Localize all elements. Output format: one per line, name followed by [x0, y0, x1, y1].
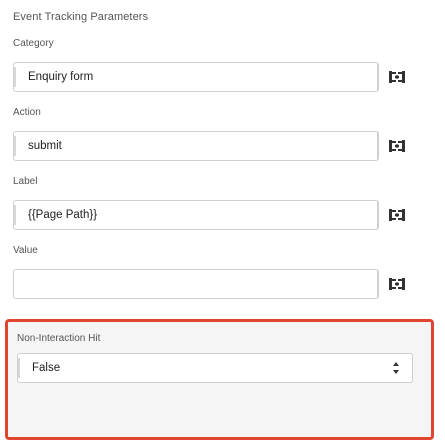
- action-label: Action: [13, 107, 41, 118]
- label-value: {{Page Path}}: [28, 209, 98, 221]
- input-separator: [377, 132, 378, 160]
- input-separator: [377, 63, 378, 91]
- label-row: {{Page Path}}: [13, 200, 423, 230]
- category-row: Enquiry form: [13, 62, 423, 92]
- category-variable-button[interactable]: [383, 65, 411, 89]
- action-row: submit: [13, 131, 423, 161]
- category-label: Category: [13, 38, 54, 49]
- input-separator: [377, 270, 378, 298]
- variable-picker-icon: [389, 278, 405, 290]
- variable-picker-icon: [389, 140, 405, 152]
- action-variable-button[interactable]: [383, 134, 411, 158]
- input-accent-bar: [14, 136, 16, 156]
- variable-picker-icon: [389, 209, 405, 221]
- category-value: Enquiry form: [28, 71, 94, 83]
- input-separator: [377, 201, 378, 229]
- input-accent-bar: [14, 205, 16, 225]
- value-label: Value: [13, 245, 38, 256]
- value-variable-button[interactable]: [383, 272, 411, 296]
- variable-picker-icon: [389, 71, 405, 83]
- non-interaction-label: Non-Interaction Hit: [17, 333, 101, 344]
- label-variable-button[interactable]: [383, 203, 411, 227]
- select-accent-bar: [18, 358, 20, 378]
- select-arrows-icon: [393, 362, 399, 374]
- section-title: Event Tracking Parameters: [13, 11, 149, 23]
- value-input[interactable]: [13, 269, 379, 299]
- category-input[interactable]: Enquiry form: [13, 62, 379, 92]
- input-accent-bar: [14, 67, 16, 87]
- label-input[interactable]: {{Page Path}}: [13, 200, 379, 230]
- action-input[interactable]: submit: [13, 131, 379, 161]
- label-label: Label: [13, 176, 38, 187]
- value-row: [13, 269, 423, 299]
- non-interaction-selected: False: [32, 362, 61, 374]
- non-interaction-section: Non-Interaction Hit False: [5, 319, 434, 440]
- action-value: submit: [28, 140, 62, 152]
- non-interaction-select[interactable]: False: [17, 353, 413, 383]
